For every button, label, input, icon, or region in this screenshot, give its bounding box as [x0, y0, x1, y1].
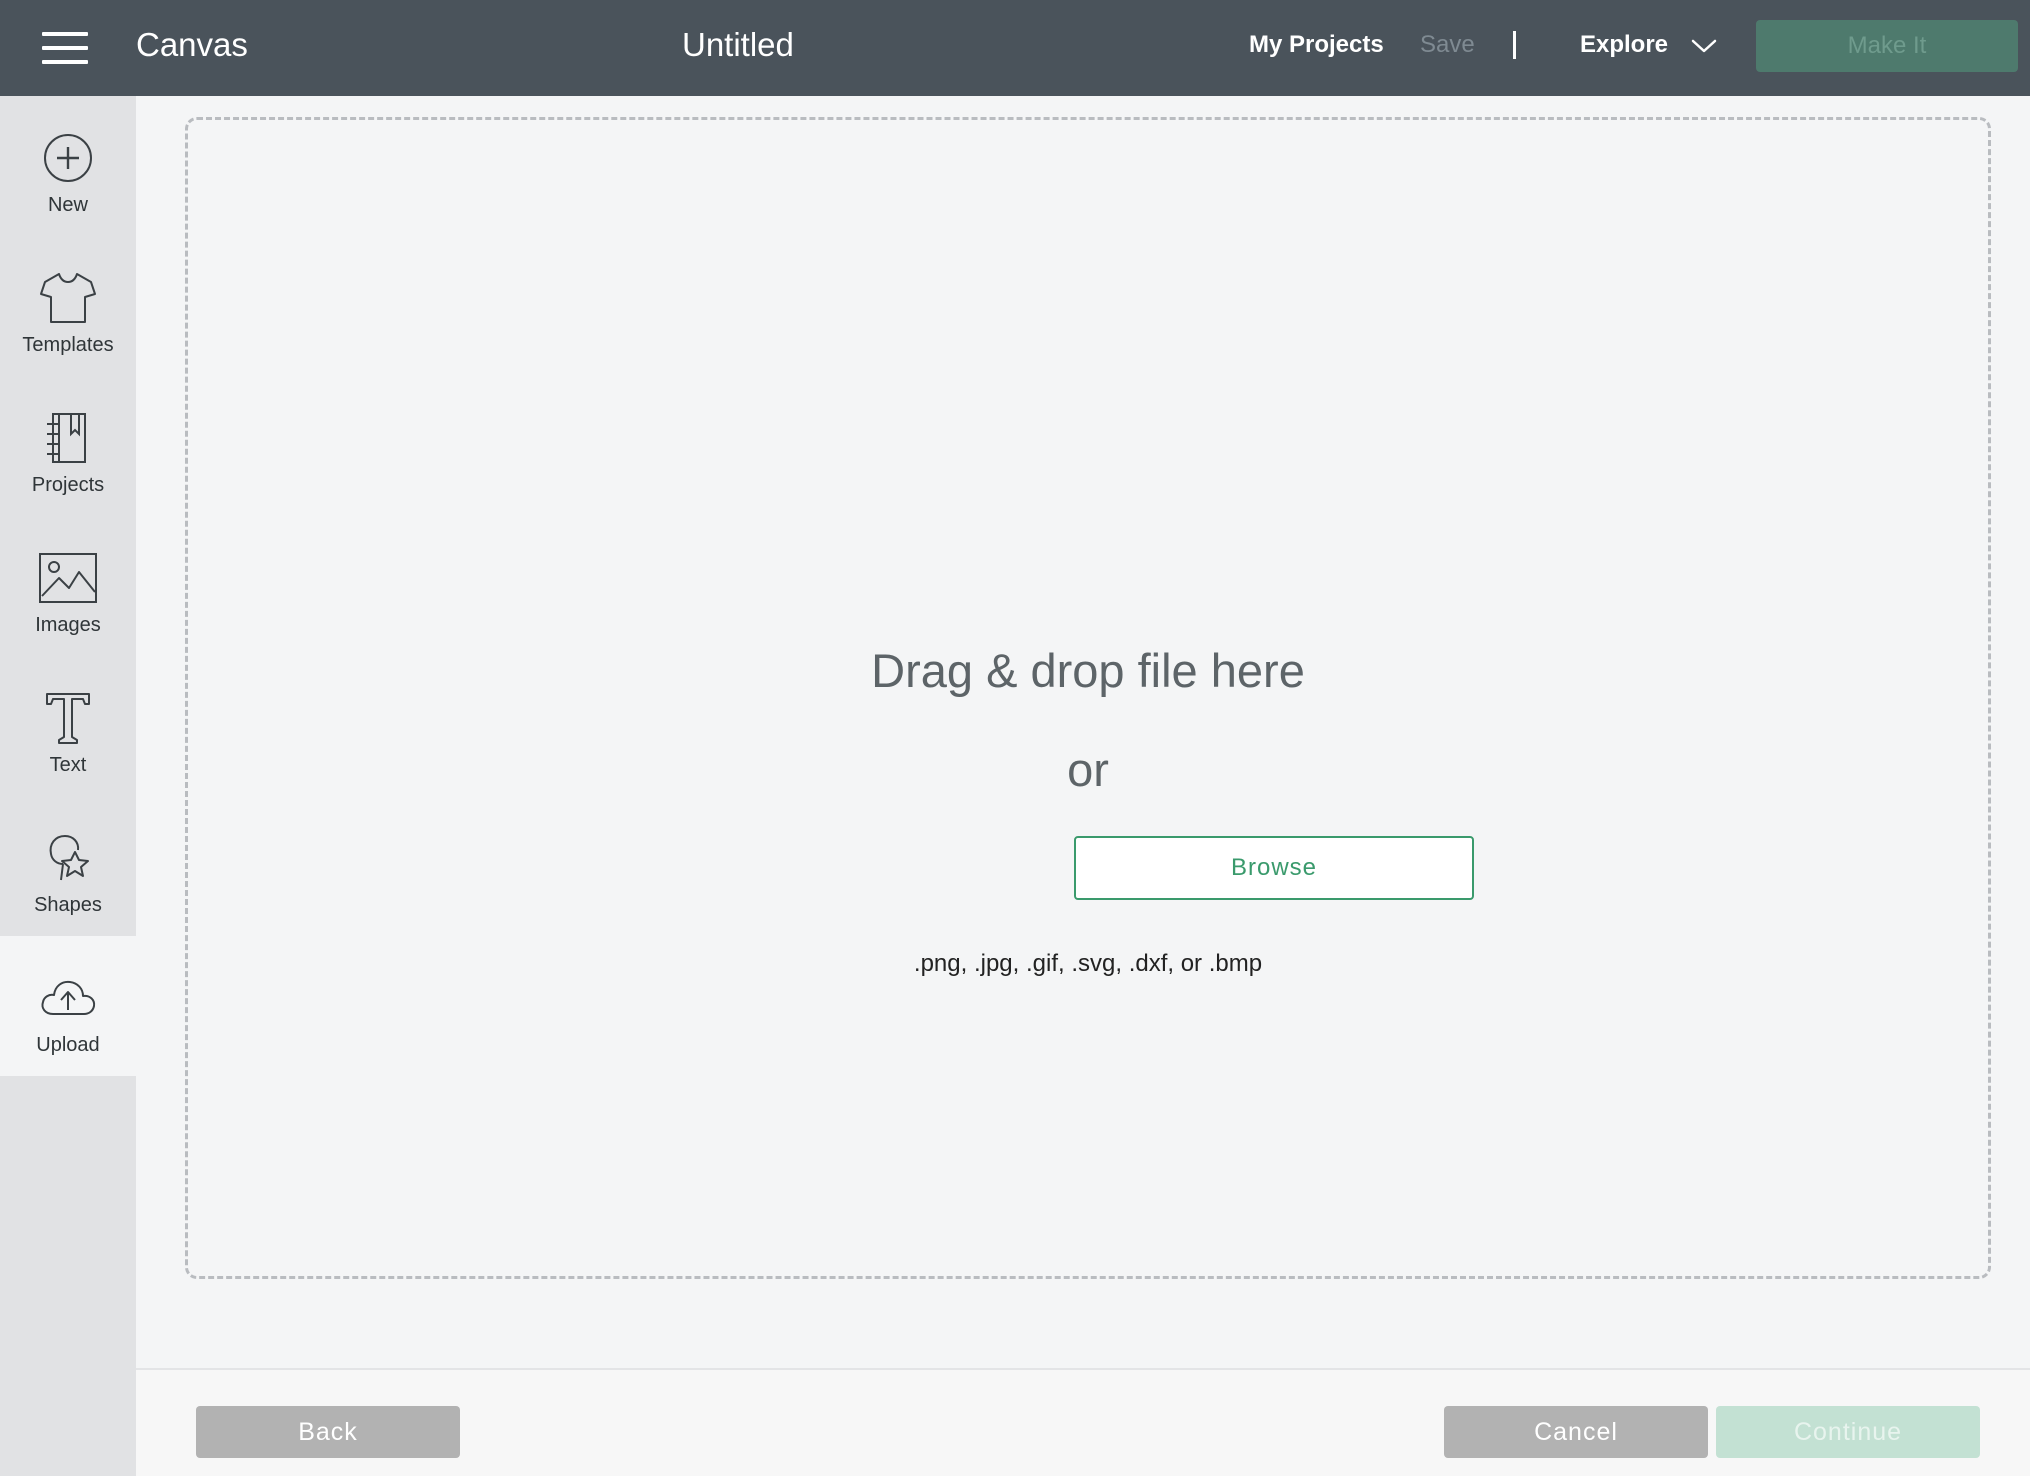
sidebar-item-images[interactable]: Images	[0, 516, 136, 656]
image-icon	[39, 553, 97, 603]
chevron-down-icon[interactable]	[1690, 36, 1718, 56]
supported-formats-text: .png, .jpg, .gif, .svg, .dxf, or .bmp	[913, 950, 1263, 977]
nav-divider	[1513, 31, 1516, 59]
app-root: Canvas Untitled My Projects Save Explore…	[0, 0, 2030, 1476]
file-drop-zone[interactable]: Drag & drop file here or Browse .png, .j…	[185, 117, 1991, 1279]
sidebar: New Templates Projects Images Text Shape…	[0, 96, 136, 1476]
sidebar-item-shapes[interactable]: Shapes	[0, 796, 136, 936]
sidebar-item-label: Images	[35, 614, 101, 636]
sidebar-item-label: Upload	[36, 1034, 100, 1056]
sidebar-item-templates[interactable]: Templates	[0, 236, 136, 376]
browse-button[interactable]: Browse	[1074, 836, 1474, 900]
sidebar-item-projects[interactable]: Projects	[0, 376, 136, 516]
sidebar-item-label: New	[47, 194, 88, 216]
explore-link[interactable]: Explore	[1580, 31, 1668, 59]
sidebar-item-upload[interactable]: Upload	[0, 936, 136, 1076]
plus-circle-icon	[44, 134, 92, 182]
hamburger-menu-icon[interactable]	[40, 28, 90, 68]
cloud-upload-icon	[41, 980, 96, 1015]
back-button[interactable]: Back	[196, 1406, 460, 1458]
document-title[interactable]: Untitled	[682, 26, 794, 64]
drop-heading: Drag & drop file here	[871, 644, 1305, 697]
sidebar-item-label: Text	[49, 754, 87, 776]
sidebar-item-label: Templates	[22, 334, 114, 356]
sidebar-item-new[interactable]: New	[0, 96, 136, 236]
tshirt-icon	[40, 273, 96, 323]
notebook-icon	[47, 413, 86, 463]
text-t-icon	[46, 693, 90, 744]
continue-button[interactable]: Continue	[1716, 1406, 1980, 1458]
cancel-button[interactable]: Cancel	[1444, 1406, 1708, 1458]
save-link[interactable]: Save	[1420, 31, 1475, 59]
shapes-icon	[49, 835, 89, 881]
or-separator: or	[1067, 743, 1109, 796]
sidebar-item-label: Shapes	[34, 894, 102, 916]
my-projects-link[interactable]: My Projects	[1249, 31, 1384, 59]
sidebar-item-text[interactable]: Text	[0, 656, 136, 796]
top-bar: Canvas Untitled My Projects Save Explore…	[0, 0, 2030, 96]
make-it-button[interactable]: Make It	[1756, 20, 2018, 72]
bottom-action-bar: Back Cancel Continue	[136, 1368, 2030, 1476]
sidebar-item-label: Projects	[31, 474, 105, 496]
app-title: Canvas	[136, 26, 248, 63]
